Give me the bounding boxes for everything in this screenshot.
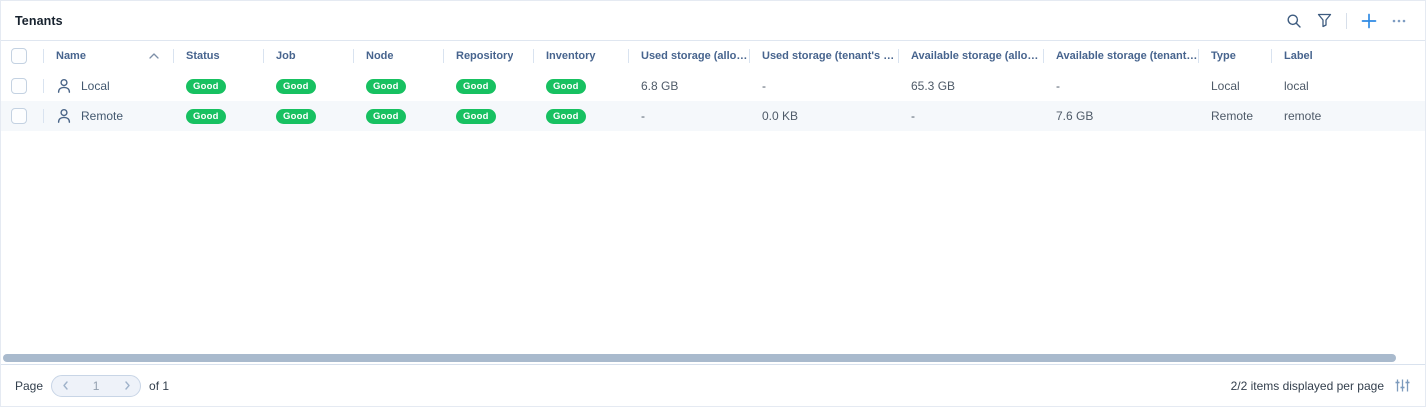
user-icon <box>56 78 72 94</box>
job-badge: Good <box>276 109 316 124</box>
ellipsis-icon <box>1391 13 1407 29</box>
job-badge: Good <box>276 79 316 94</box>
column-header-repository[interactable]: Repository <box>443 41 533 71</box>
user-icon <box>56 108 72 124</box>
column-header-available-storage-own[interactable]: Available storage (tenant's own) <box>1043 41 1198 71</box>
used-storage-own-cell: - <box>749 71 898 101</box>
add-tenant-button[interactable] <box>1357 9 1381 33</box>
tenant-name-cell: Local <box>43 71 173 101</box>
prev-page-button[interactable] <box>52 376 78 396</box>
available-storage-allocated-cell: - <box>898 101 1043 131</box>
page-title: Tenants <box>15 14 63 28</box>
table-row[interactable]: Remote Good Good Good Good Good - 0.0 KB… <box>1 101 1426 131</box>
column-header-used-storage-allocated[interactable]: Used storage (allocated) <box>628 41 749 71</box>
label-cell: remote <box>1271 101 1426 131</box>
tenants-page: Tenants <box>0 0 1426 407</box>
next-page-button[interactable] <box>114 376 140 396</box>
select-all-checkbox[interactable] <box>11 48 27 64</box>
page-label: Page <box>15 379 43 393</box>
status-cell: Good <box>173 101 263 131</box>
inventory-badge: Good <box>546 109 586 124</box>
node-badge: Good <box>366 79 406 94</box>
sort-ascending-icon <box>149 53 159 59</box>
toolbar-divider <box>1346 13 1347 29</box>
used-storage-allocated-cell: - <box>628 101 749 131</box>
available-storage-allocated-cell: 65.3 GB <box>898 71 1043 101</box>
table-header: Name Status Job Node Repository Inventor… <box>1 41 1426 71</box>
items-per-page-button[interactable] <box>1393 377 1411 395</box>
repository-badge: Good <box>456 109 496 124</box>
row-checkbox-cell <box>1 71 43 101</box>
column-header-type[interactable]: Type <box>1198 41 1271 71</box>
inventory-badge: Good <box>546 79 586 94</box>
column-header-node[interactable]: Node <box>353 41 443 71</box>
node-cell: Good <box>353 71 443 101</box>
column-header-name[interactable]: Name <box>43 41 173 71</box>
column-header-available-storage-allocated[interactable]: Available storage (allocated) <box>898 41 1043 71</box>
status-cell: Good <box>173 71 263 101</box>
column-header-job[interactable]: Job <box>263 41 353 71</box>
available-storage-own-cell: 7.6 GB <box>1043 101 1198 131</box>
column-header-label[interactable]: Label <box>1271 41 1426 71</box>
page-input[interactable] <box>78 376 114 396</box>
used-storage-allocated-cell: 6.8 GB <box>628 71 749 101</box>
used-storage-own-cell: 0.0 KB <box>749 101 898 131</box>
more-actions-button[interactable] <box>1387 9 1411 33</box>
repository-cell: Good <box>443 71 533 101</box>
inventory-cell: Good <box>533 71 628 101</box>
page-count-label: of 1 <box>149 379 169 393</box>
horizontal-scrollbar[interactable] <box>3 354 1396 362</box>
search-button[interactable] <box>1282 9 1306 33</box>
pagination-control <box>51 375 141 397</box>
job-cell: Good <box>263 71 353 101</box>
row-checkbox-cell <box>1 101 43 131</box>
row-checkbox[interactable] <box>11 78 27 94</box>
select-all-cell <box>1 41 43 71</box>
row-checkbox[interactable] <box>11 108 27 124</box>
table-empty-area <box>1 131 1425 364</box>
search-icon <box>1286 13 1302 29</box>
footer: Page of 1 2/2 items displayed per page <box>1 364 1425 406</box>
label-cell: local <box>1271 71 1426 101</box>
column-header-inventory[interactable]: Inventory <box>533 41 628 71</box>
tenant-name-cell: Remote <box>43 101 173 131</box>
repository-badge: Good <box>456 79 496 94</box>
chevron-left-icon <box>61 380 70 391</box>
topbar-actions <box>1282 9 1411 33</box>
status-badge: Good <box>186 79 226 94</box>
column-header-status[interactable]: Status <box>173 41 263 71</box>
footer-right: 2/2 items displayed per page <box>1231 377 1411 395</box>
table-row[interactable]: Local Good Good Good Good Good 6.8 GB - … <box>1 71 1426 101</box>
job-cell: Good <box>263 101 353 131</box>
filter-icon <box>1317 13 1332 28</box>
inventory-cell: Good <box>533 101 628 131</box>
type-cell: Remote <box>1198 101 1271 131</box>
column-header-used-storage-own[interactable]: Used storage (tenant's own) <box>749 41 898 71</box>
node-badge: Good <box>366 109 406 124</box>
tenant-name: Local <box>81 79 110 93</box>
repository-cell: Good <box>443 101 533 131</box>
node-cell: Good <box>353 101 443 131</box>
items-per-page-label: 2/2 items displayed per page <box>1231 379 1384 393</box>
available-storage-own-cell: - <box>1043 71 1198 101</box>
tenant-name: Remote <box>81 109 123 123</box>
filter-button[interactable] <box>1312 9 1336 33</box>
sliders-icon <box>1395 378 1410 393</box>
plus-icon <box>1361 13 1377 29</box>
topbar: Tenants <box>1 1 1425 41</box>
status-badge: Good <box>186 109 226 124</box>
type-cell: Local <box>1198 71 1271 101</box>
chevron-right-icon <box>123 380 132 391</box>
